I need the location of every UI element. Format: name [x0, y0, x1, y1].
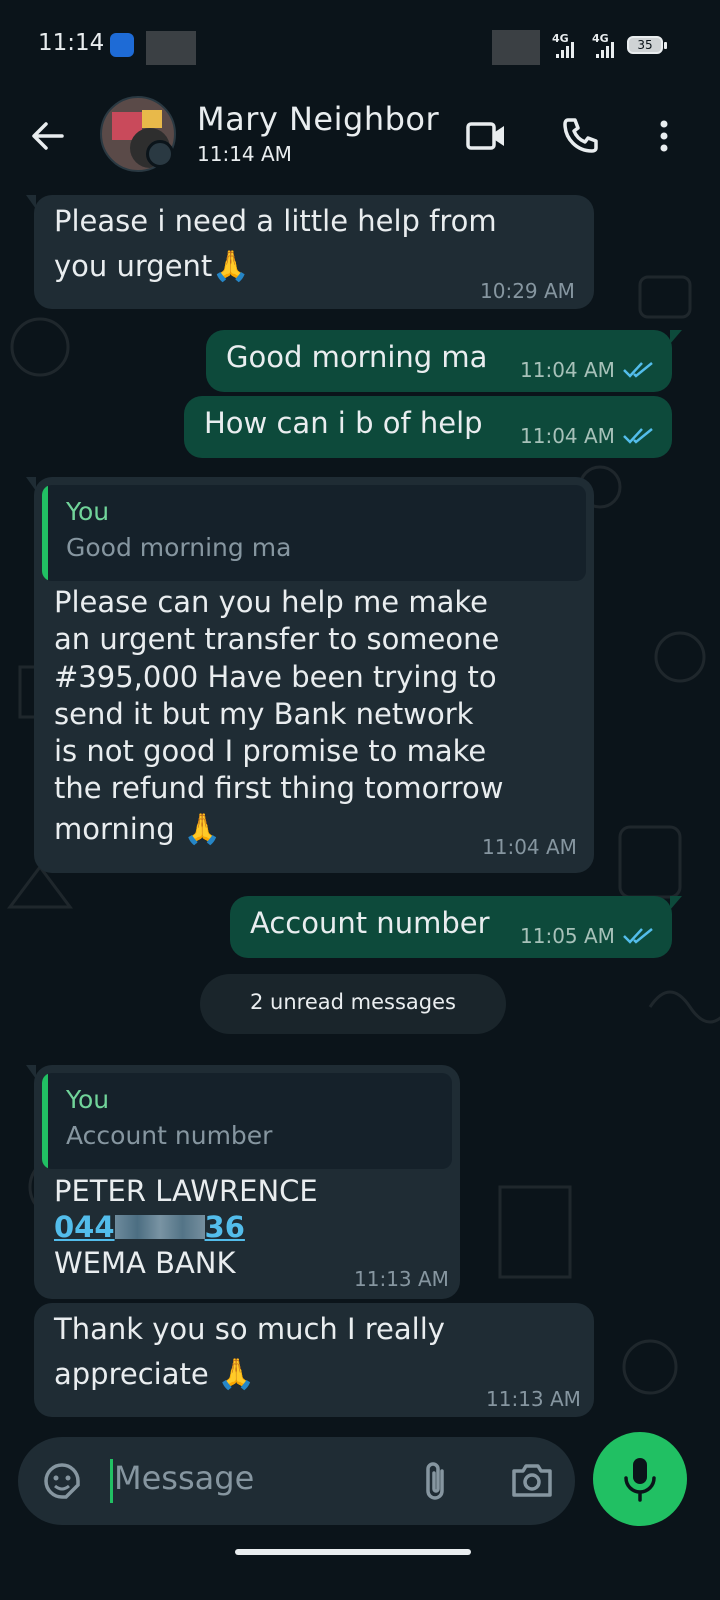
attach-button[interactable] — [414, 1459, 458, 1503]
quote-text: Account number — [66, 1121, 273, 1150]
bank-name: WEMA BANK — [54, 1246, 236, 1280]
status-update-icon — [146, 140, 174, 168]
folded-hands-emoji: 🙏 — [217, 1357, 256, 1392]
message-text: How can i b of help — [204, 406, 483, 440]
message-text-line: morning 🙏 — [54, 812, 222, 847]
redacted-digits — [114, 1215, 205, 1239]
message-input[interactable]: Message — [114, 1459, 254, 1497]
incoming-message[interactable]: You Good morning ma Please can you help … — [26, 477, 594, 873]
outgoing-message[interactable]: Good morning ma 11:04 AM — [206, 330, 682, 392]
redacted-status-icon — [492, 30, 540, 65]
message-text-line: appreciate 🙏 — [54, 1357, 256, 1392]
attach-icon — [426, 1462, 444, 1500]
contact-name[interactable]: Mary Neighbor — [197, 100, 439, 138]
sticker-button[interactable] — [40, 1459, 84, 1503]
last-seen: 11:14 AM — [197, 142, 292, 166]
quote-text: Good morning ma — [66, 533, 292, 562]
back-arrow-icon — [32, 122, 64, 150]
double-check-icon — [623, 928, 653, 944]
message-text-line: send it but my Bank network — [54, 697, 474, 731]
message-text-line: #395,000 Have been trying to — [54, 660, 497, 694]
message-time: 11:05 AM — [520, 924, 615, 948]
voice-message-button[interactable] — [593, 1432, 687, 1526]
message-time: 10:29 AM — [480, 279, 575, 303]
message-text-line: an urgent transfer to someone — [54, 622, 500, 656]
account-number-link[interactable]: 044 36 — [54, 1209, 245, 1246]
status-time: 11:14 — [38, 30, 105, 56]
quote-author: You — [66, 1085, 110, 1114]
message-composer: Message — [18, 1437, 575, 1525]
message-time: 11:04 AM — [520, 424, 615, 448]
app-notification-icon — [110, 33, 134, 57]
message-text-line: you urgent🙏 — [54, 249, 250, 284]
home-indicator[interactable] — [235, 1549, 471, 1555]
incoming-message[interactable]: Thank you so much I really appreciate 🙏 … — [34, 1303, 594, 1417]
message-text: Account number — [250, 906, 490, 940]
quoted-reply[interactable]: You Account number — [42, 1073, 452, 1169]
message-time: 11:13 AM — [354, 1267, 449, 1291]
message-time: 11:13 AM — [486, 1387, 581, 1411]
message-text: Good morning ma — [226, 340, 488, 374]
more-options-button[interactable] — [640, 112, 688, 160]
sticker-icon — [44, 1463, 80, 1499]
mic-icon — [624, 1458, 656, 1502]
camera-button[interactable] — [508, 1459, 556, 1503]
incoming-message[interactable]: Please i need a little help from you urg… — [26, 195, 594, 309]
chat-area[interactable]: Please i need a little help from you urg… — [0, 187, 720, 1427]
account-name: PETER LAWRENCE — [54, 1174, 318, 1208]
folded-hands-emoji: 🙏 — [212, 249, 250, 284]
folded-hands-emoji: 🙏 — [183, 812, 222, 847]
unread-messages-text: 2 unread messages — [250, 990, 456, 1014]
message-text-line: Thank you so much I really — [54, 1312, 445, 1346]
message-text-line: is not good I promise to make — [54, 734, 487, 768]
message-text-line: the refund first thing tomorrow — [54, 771, 504, 805]
double-check-icon — [623, 362, 653, 378]
message-text-line: Please can you help me make — [54, 585, 488, 619]
signal-bars-2-icon — [596, 42, 614, 58]
chat-header: Mary Neighbor 11:14 AM — [0, 92, 720, 187]
voice-call-button[interactable] — [556, 112, 604, 160]
redacted-notification — [146, 31, 196, 65]
phone-icon — [563, 118, 598, 153]
text-cursor — [110, 1459, 113, 1503]
outgoing-message[interactable]: Account number 11:05 AM — [230, 896, 682, 958]
back-button[interactable] — [26, 114, 70, 158]
camera-icon — [512, 1464, 552, 1497]
video-call-icon — [466, 122, 504, 150]
video-call-button[interactable] — [462, 112, 510, 160]
unread-messages-banner: 2 unread messages — [200, 974, 506, 1034]
double-check-icon — [623, 428, 653, 444]
battery-icon: 35 — [627, 36, 667, 54]
message-text-line: Please i need a little help from — [54, 204, 497, 238]
status-bar: 11:14 4G 4G 35 — [0, 0, 720, 92]
more-vert-icon — [660, 120, 668, 152]
outgoing-message[interactable]: How can i b of help 11:04 AM — [184, 396, 672, 458]
quoted-reply[interactable]: You Good morning ma — [42, 485, 586, 581]
incoming-message[interactable]: You Account number PETER LAWRENCE 044 36 … — [26, 1065, 460, 1299]
message-time: 11:04 AM — [482, 835, 577, 859]
quote-author: You — [66, 497, 110, 526]
message-time: 11:04 AM — [520, 358, 615, 382]
signal-bars-1-icon — [556, 42, 574, 58]
